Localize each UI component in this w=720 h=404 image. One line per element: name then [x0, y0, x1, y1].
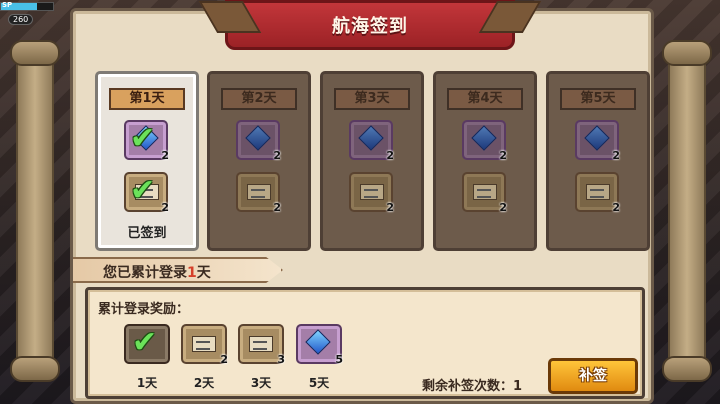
day-label: 第1天: [109, 88, 185, 110]
reward-slot-ticket[interactable]: 3: [238, 324, 285, 366]
reward-slot-ticket[interactable]: ✔ 2: [124, 172, 169, 214]
cumulative-reward-box: 累计登录奖励： ✔ 1天 2 2天 3 3天 5 5天 剩余补签次数：1 补签: [85, 287, 645, 399]
cumulative-days: 1: [187, 265, 197, 281]
reward-slot-gem[interactable]: 2: [349, 120, 394, 162]
item-count: 3: [277, 353, 285, 366]
reward-slot-ticket[interactable]: 2: [462, 172, 507, 214]
ticket-icon: [192, 336, 216, 352]
day-label: 第2天: [221, 88, 297, 110]
remaining-makeup-count: 剩余补签次数：1: [422, 375, 522, 394]
reward-box-title: 累计登录奖励：: [98, 302, 190, 317]
item-count: 2: [612, 149, 620, 162]
check-icon: ✔: [132, 325, 158, 360]
makeup-signin-button[interactable]: 补签: [548, 358, 638, 394]
ticket-icon: [586, 184, 610, 200]
cumulative-reward-3[interactable]: 3 3天: [238, 324, 285, 390]
item-count: 2: [161, 149, 169, 162]
cumulative-reward-4[interactable]: 5 5天: [296, 324, 343, 390]
reward-label: 3天: [250, 376, 272, 390]
check-icon: ✔: [130, 121, 156, 156]
gem-icon: [584, 125, 610, 151]
reward-slot-ticket[interactable]: 2: [349, 172, 394, 214]
cumulative-prefix: 您已累计登录: [103, 265, 187, 281]
day-card-2[interactable]: 第2天 2 2: [207, 71, 311, 251]
item-count: 2: [220, 353, 228, 366]
cumulative-reward-2[interactable]: 2 2天: [181, 324, 228, 390]
reward-slot-ticket[interactable]: 2: [181, 324, 228, 366]
signed-status: 已签到: [127, 226, 167, 241]
reward-slot-gem[interactable]: 2: [236, 120, 281, 162]
reward-label: 2天: [193, 376, 215, 390]
item-count: 5: [335, 353, 343, 366]
reward-slot-claimed[interactable]: ✔: [124, 324, 170, 364]
hud-number: 260: [8, 14, 34, 25]
reward-slot-gem[interactable]: ✔ 2: [124, 120, 169, 162]
day-card-3[interactable]: 第3天 2 2: [320, 71, 424, 251]
page-title: 航海签到: [332, 16, 408, 37]
remaining-value: 1: [513, 379, 523, 394]
reward-label: 1天: [136, 376, 158, 390]
cumulative-suffix: 天: [196, 265, 211, 281]
day-label: 第4天: [447, 88, 523, 110]
gem-icon: [471, 125, 497, 151]
left-scroll-decoration: [2, 40, 68, 382]
ticket-icon: [247, 184, 271, 200]
check-icon: ✔: [130, 173, 156, 208]
player-hud: SP 260: [0, 0, 60, 26]
gem-icon: [245, 125, 271, 151]
day-card-5[interactable]: 第5天 2 2: [546, 71, 650, 251]
ticket-icon: [360, 184, 384, 200]
day-label: 第3天: [334, 88, 410, 110]
right-scroll-decoration: [654, 40, 720, 382]
reward-slot-gem[interactable]: 2: [462, 120, 507, 162]
reward-slot-gem[interactable]: 5: [296, 324, 343, 366]
gem-icon: [305, 329, 331, 355]
reward-slot-ticket[interactable]: 2: [236, 172, 281, 214]
item-count: 2: [612, 201, 620, 214]
remaining-label: 剩余补签次数：: [422, 379, 514, 394]
item-count: 2: [273, 149, 281, 162]
item-count: 2: [499, 201, 507, 214]
sp-label: SP: [2, 1, 13, 9]
cumulative-reward-1[interactable]: ✔ 1天: [124, 324, 170, 390]
gem-icon: [358, 125, 384, 151]
signin-panel: 第1天 ✔ 2 ✔ 2 已签到 第2天 2 2 第3天 2 2 第4天 2 2 …: [70, 8, 654, 404]
cumulative-login-banner: 您已累计登录1天: [73, 257, 283, 283]
item-count: 2: [499, 149, 507, 162]
day-card-1[interactable]: 第1天 ✔ 2 ✔ 2 已签到: [95, 71, 199, 251]
day-label: 第5天: [560, 88, 636, 110]
title-ribbon: 航海签到: [225, 0, 515, 50]
reward-slot-gem[interactable]: 2: [575, 120, 620, 162]
day-card-4[interactable]: 第4天 2 2: [433, 71, 537, 251]
reward-label: 5天: [308, 376, 330, 390]
item-count: 2: [386, 201, 394, 214]
reward-slot-ticket[interactable]: 2: [575, 172, 620, 214]
item-count: 2: [386, 149, 394, 162]
item-count: 2: [273, 201, 281, 214]
cumulative-login-text: 您已累计登录1天: [103, 262, 211, 282]
ticket-icon: [473, 184, 497, 200]
item-count: 2: [161, 201, 169, 214]
ticket-icon: [249, 336, 273, 352]
